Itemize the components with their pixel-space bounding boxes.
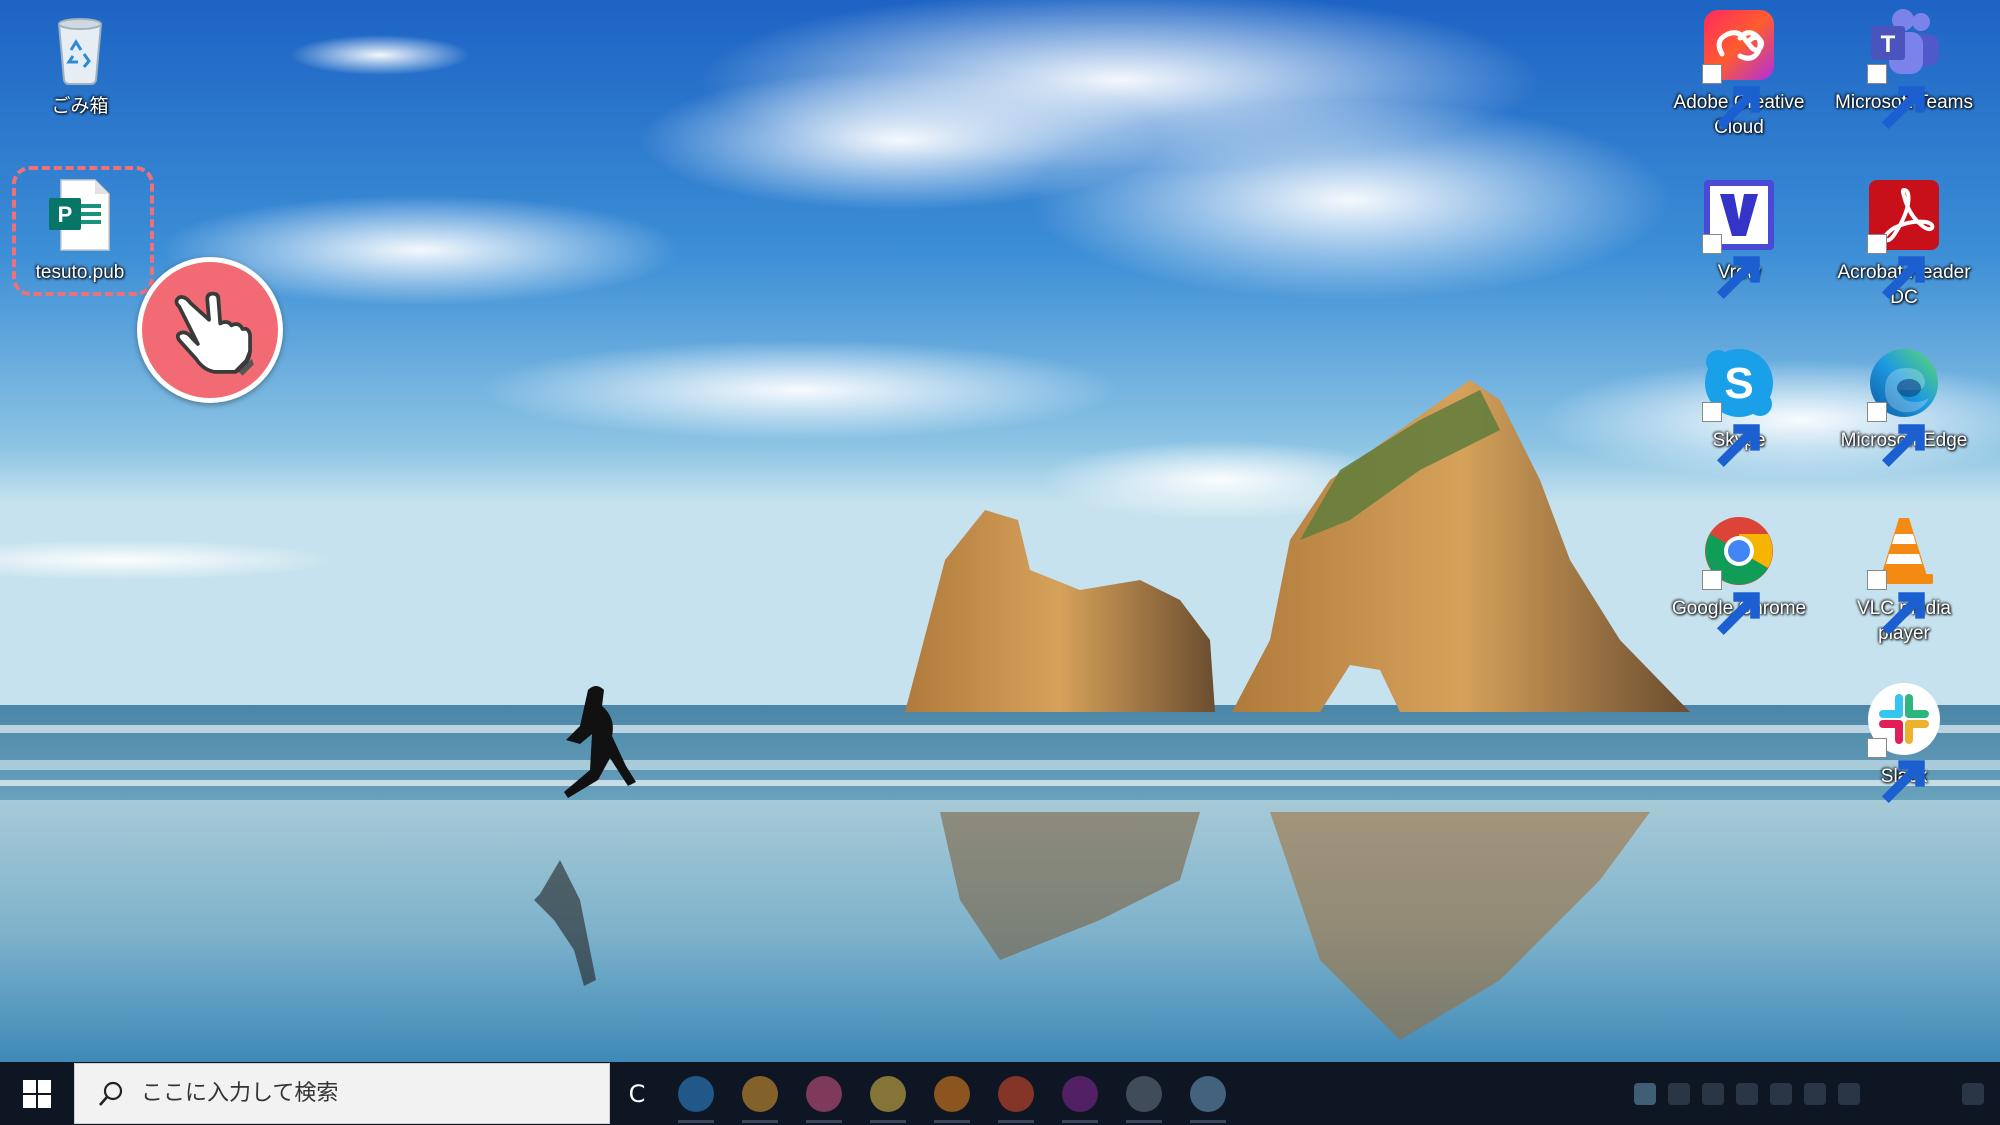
running-indicator <box>998 1120 1034 1123</box>
desktop-icon-skype[interactable]: S Skype <box>1664 344 1814 468</box>
svg-text:T: T <box>1881 31 1896 58</box>
shortcut-arrow-icon <box>1702 402 1760 468</box>
taskbar-app-vlc[interactable] <box>920 1062 984 1125</box>
desktop-icon-label: ごみ箱 <box>51 96 109 117</box>
tray-app-icon[interactable] <box>1702 1082 1724 1105</box>
running-indicator <box>1062 1120 1098 1123</box>
running-indicator <box>678 1120 714 1123</box>
tray-app-icon[interactable] <box>1668 1082 1690 1105</box>
shortcut-arrow-icon <box>1867 64 1925 130</box>
shortcut-arrow-icon <box>1867 570 1925 636</box>
running-indicator <box>1126 1120 1162 1123</box>
windows-logo-icon <box>23 1079 51 1108</box>
onenote-icon <box>1062 1075 1098 1112</box>
shortcut-arrow-icon <box>1702 570 1760 636</box>
search-icon <box>99 1081 123 1106</box>
tray-onedrive-icon[interactable] <box>1634 1082 1656 1105</box>
desktop-icon-microsoft-teams[interactable]: T Microsoft Teams <box>1829 6 1979 130</box>
paint-icon <box>806 1075 842 1112</box>
taskbar-app-onenote[interactable] <box>1048 1062 1112 1125</box>
recycle-bin-icon <box>57 18 103 85</box>
taskbar-search-box[interactable] <box>74 1063 610 1124</box>
system-tray <box>1628 1062 2000 1125</box>
taskbar-app-paint[interactable] <box>792 1062 856 1125</box>
shortcut-arrow-icon <box>1867 234 1925 300</box>
pointing-hand-icon <box>137 257 283 403</box>
desktop-icon-vrew[interactable]: Vrew <box>1664 176 1814 300</box>
desktop-icon-microsoft-edge[interactable]: Microsoft Edge <box>1829 344 1979 468</box>
taskbar-pinned-apps <box>664 1062 1240 1125</box>
running-indicator <box>742 1120 778 1123</box>
edge-icon <box>678 1075 714 1112</box>
taskbar-app-edge[interactable] <box>664 1062 728 1125</box>
generic-icon <box>1126 1075 1162 1112</box>
running-indicator <box>806 1120 842 1123</box>
ime-icon[interactable] <box>1838 1082 1860 1105</box>
taskbar-app-explorer[interactable] <box>856 1062 920 1125</box>
desktop: ごみ箱 P tesuto.pub Adobe Creative Cloud T … <box>0 0 2000 1062</box>
task-view-button[interactable]: C <box>610 1062 664 1125</box>
shortcut-arrow-icon <box>1867 738 1925 804</box>
taskbar-app-office[interactable] <box>984 1062 1048 1125</box>
running-indicator <box>1190 1120 1226 1123</box>
taskbar: C <box>0 1062 2000 1125</box>
desktop-icon-adobe-creative-cloud[interactable]: Adobe Creative Cloud <box>1664 6 1814 140</box>
start-button[interactable] <box>0 1062 74 1125</box>
svg-text:S: S <box>1724 359 1753 408</box>
desktop-icon-acrobat-reader-dc[interactable]: Acrobat Reader DC <box>1829 176 1979 310</box>
desktop-icon-google-chrome[interactable]: Google Chrome <box>1664 512 1814 636</box>
running-indicator <box>870 1120 906 1123</box>
notification-icon[interactable] <box>1962 1082 1984 1105</box>
network-icon <box>1190 1075 1226 1112</box>
running-indicator <box>934 1120 970 1123</box>
search-input[interactable] <box>139 1080 583 1107</box>
taskbar-app-network[interactable] <box>1176 1062 1240 1125</box>
shortcut-arrow-icon <box>1702 234 1760 300</box>
explorer-icon <box>870 1075 906 1112</box>
taskbar-app-generic[interactable] <box>1112 1062 1176 1125</box>
task-view-icon: C <box>628 1079 646 1108</box>
vlc-icon <box>934 1075 970 1112</box>
desktop-icon-vlc-media-player[interactable]: VLC media player <box>1829 512 1979 646</box>
chevron-up-icon[interactable] <box>1736 1082 1758 1105</box>
selection-highlight <box>12 166 154 296</box>
office-icon <box>998 1075 1034 1112</box>
shortcut-arrow-icon <box>1702 64 1760 130</box>
shortcut-arrow-icon <box>1867 402 1925 468</box>
volume-icon[interactable] <box>1804 1082 1826 1105</box>
taskbar-app-chrome[interactable] <box>728 1062 792 1125</box>
chrome-icon <box>742 1075 778 1112</box>
desktop-icon-slack[interactable]: Slack <box>1829 680 1979 804</box>
network-icon[interactable] <box>1770 1082 1792 1105</box>
desktop-icon-recycle-bin[interactable]: ごみ箱 <box>5 10 155 119</box>
